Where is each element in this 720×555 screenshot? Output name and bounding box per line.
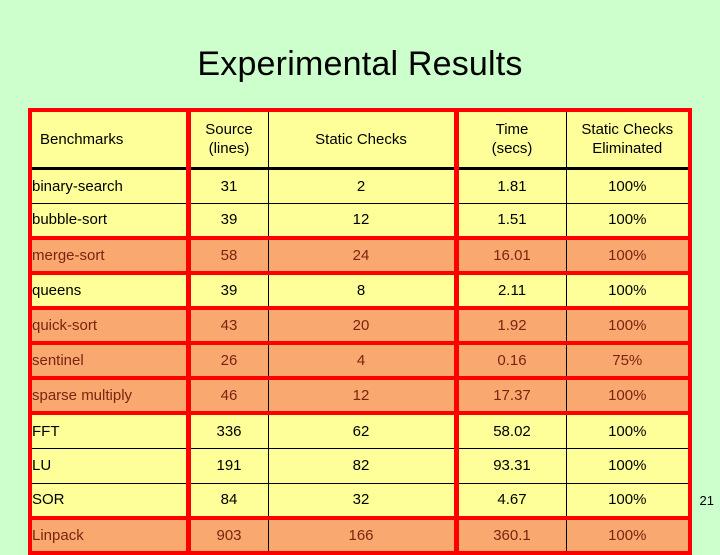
table-row: bubble-sort 39 12 1.51 100% <box>29 202 691 239</box>
cell-checks-eliminated: 100% <box>565 202 691 239</box>
table-header: Benchmarks Source (lines) Static Checks … <box>29 109 691 170</box>
cell-time-secs: 58.02 <box>455 412 567 449</box>
cell-static-checks: 62 <box>267 412 459 449</box>
cell-static-checks: 32 <box>267 482 459 519</box>
table-row: LU 191 82 93.31 100% <box>29 447 691 484</box>
column-header-time-line1: Time <box>495 121 529 139</box>
cell-checks-eliminated: 100% <box>565 516 691 555</box>
cell-benchmark: bubble-sort <box>29 202 191 239</box>
cell-static-checks: 8 <box>267 272 459 309</box>
page-title: Experimental Results <box>197 45 523 83</box>
cell-static-checks: 12 <box>267 202 459 239</box>
cell-time-secs: 360.1 <box>455 516 567 555</box>
cell-benchmark: FFT <box>29 412 191 449</box>
column-header-static-checks-eliminated: Static Checks Eliminated <box>565 109 691 170</box>
cell-source-lines: 58 <box>187 236 269 275</box>
column-header-static-checks: Static Checks <box>267 109 459 170</box>
cell-benchmark: sentinel <box>29 341 191 380</box>
cell-checks-eliminated: 100% <box>565 306 691 345</box>
cell-static-checks: 2 <box>267 167 459 204</box>
cell-checks-eliminated: 100% <box>565 376 691 415</box>
table-row: binary-search 31 2 1.81 100% <box>29 167 691 204</box>
column-header-time-line2: (secs) <box>491 140 533 158</box>
table-row: merge-sort 58 24 16.01 100% <box>29 236 691 275</box>
cell-source-lines: 39 <box>187 272 269 309</box>
results-table: Benchmarks Source (lines) Static Checks … <box>28 108 692 555</box>
cell-source-lines: 43 <box>187 306 269 345</box>
cell-source-lines: 191 <box>187 447 269 484</box>
slide: Experimental Results Benchmarks Source (… <box>0 0 720 555</box>
column-header-source-lines: Source (lines) <box>187 109 269 170</box>
cell-time-secs: 0.16 <box>455 341 567 380</box>
cell-source-lines: 903 <box>187 516 269 555</box>
cell-static-checks: 4 <box>267 341 459 380</box>
cell-checks-eliminated: 100% <box>565 412 691 449</box>
cell-benchmark: merge-sort <box>29 236 191 275</box>
cell-static-checks: 82 <box>267 447 459 484</box>
cell-source-lines: 84 <box>187 482 269 519</box>
cell-static-checks: 12 <box>267 376 459 415</box>
table-row: queens 39 8 2.11 100% <box>29 272 691 309</box>
cell-time-secs: 1.92 <box>455 306 567 345</box>
cell-static-checks: 166 <box>267 516 459 555</box>
cell-benchmark: LU <box>29 447 191 484</box>
cell-checks-eliminated: 100% <box>565 272 691 309</box>
cell-checks-eliminated: 100% <box>565 236 691 275</box>
table-row: sentinel 26 4 0.16 75% <box>29 341 691 380</box>
cell-static-checks: 20 <box>267 306 459 345</box>
column-header-source-line2: (lines) <box>208 140 250 158</box>
cell-checks-eliminated: 75% <box>565 341 691 380</box>
cell-checks-eliminated: 100% <box>565 447 691 484</box>
cell-time-secs: 1.51 <box>455 202 567 239</box>
cell-source-lines: 336 <box>187 412 269 449</box>
table-body: binary-search 31 2 1.81 100% bubble-sort 39 12 1… <box>29 167 691 555</box>
column-header-eliminated-line2: Eliminated <box>592 140 663 158</box>
cell-source-lines: 39 <box>187 202 269 239</box>
table-row: Linpack 903 166 360.1 100% <box>29 516 691 555</box>
table-row: sparse multiply 46 12 17.37 100% <box>29 376 691 415</box>
cell-checks-eliminated: 100% <box>565 482 691 519</box>
table-header-row: Benchmarks Source (lines) Static Checks … <box>29 109 691 170</box>
cell-checks-eliminated: 100% <box>565 167 691 204</box>
table-row: SOR 84 32 4.67 100% <box>29 482 691 519</box>
cell-time-secs: 16.01 <box>455 236 567 275</box>
column-header-eliminated-line1: Static Checks <box>581 121 674 139</box>
cell-time-secs: 4.67 <box>455 482 567 519</box>
cell-static-checks: 24 <box>267 236 459 275</box>
column-header-static-checks-line1: Static Checks <box>315 130 407 148</box>
table-row: quick-sort 43 20 1.92 100% <box>29 306 691 345</box>
cell-source-lines: 26 <box>187 341 269 380</box>
cell-benchmark: SOR <box>29 482 191 519</box>
column-header-benchmarks: Benchmarks <box>29 109 191 170</box>
cell-benchmark: binary-search <box>29 167 191 204</box>
cell-time-secs: 1.81 <box>455 167 567 204</box>
cell-benchmark: queens <box>29 272 191 309</box>
cell-time-secs: 2.11 <box>455 272 567 309</box>
cell-time-secs: 17.37 <box>455 376 567 415</box>
column-header-source-line1: Source <box>205 121 253 139</box>
cell-source-lines: 46 <box>187 376 269 415</box>
cell-benchmark: quick-sort <box>29 306 191 345</box>
table-row: FFT 336 62 58.02 100% <box>29 412 691 449</box>
cell-time-secs: 93.31 <box>455 447 567 484</box>
page-number: 21 <box>699 493 714 508</box>
cell-benchmark: sparse multiply <box>29 376 191 415</box>
column-header-benchmarks-line1: Benchmarks <box>40 130 124 148</box>
cell-benchmark: Linpack <box>29 516 191 555</box>
results-table-container: Benchmarks Source (lines) Static Checks … <box>28 108 692 555</box>
column-header-time: Time (secs) <box>455 109 567 170</box>
cell-source-lines: 31 <box>187 167 269 204</box>
